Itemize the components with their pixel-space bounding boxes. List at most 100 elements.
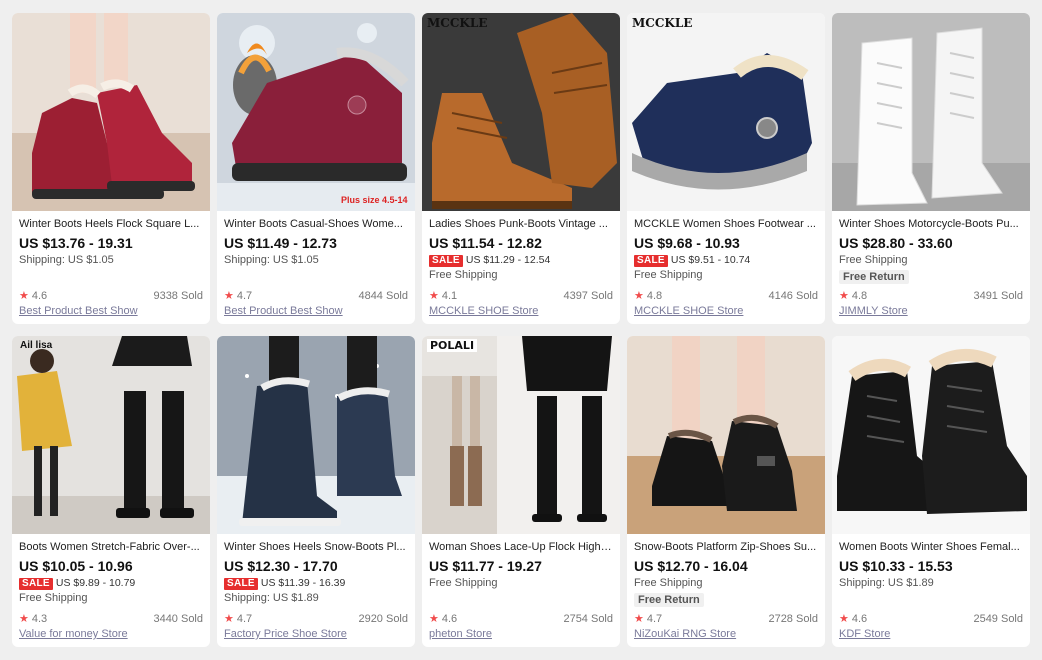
- product-price: US $28.80 - 33.60: [839, 235, 953, 251]
- store-link[interactable]: Value for money Store: [19, 627, 203, 641]
- sold-count: 2549 Sold: [973, 613, 1023, 625]
- store-link[interactable]: Best Product Best Show: [19, 304, 203, 318]
- product-title[interactable]: Snow-Boots Platform Zip-Shoes Su...: [634, 540, 818, 554]
- product-card[interactable]: Plus size 4.5-14 Winter Boots Casual-Sho…: [217, 13, 415, 324]
- rating: ★ 4.7: [634, 612, 662, 626]
- star-icon: ★: [839, 613, 849, 625]
- store-link[interactable]: JIMMLY Store: [839, 304, 1023, 318]
- shipping-text: Shipping: US $1.05: [224, 254, 319, 266]
- sold-count: 4844 Sold: [358, 290, 408, 302]
- image-caption: Ail lisa: [20, 340, 53, 351]
- rating-value: 4.6: [851, 613, 868, 625]
- sale-price: US $9.51 - 10.74: [670, 254, 751, 266]
- store-link[interactable]: pheton Store: [429, 627, 613, 641]
- rating-value: 4.6: [441, 613, 458, 625]
- star-icon: ★: [19, 613, 29, 625]
- product-title[interactable]: Winter Boots Heels Flock Square L...: [19, 217, 203, 231]
- sale-price: US $11.39 - 16.39: [260, 577, 346, 589]
- product-card[interactable]: MCCKLE MCCKLE Women Shoes Footwear ... U…: [627, 13, 825, 324]
- shipping-text: Free Shipping: [634, 269, 703, 281]
- product-card[interactable]: MCCKLE Ladies Shoes Punk-Boots Vintage .…: [422, 13, 620, 324]
- product-image[interactable]: [832, 13, 1030, 211]
- product-image[interactable]: [832, 336, 1030, 534]
- rating: ★ 4.3: [19, 612, 47, 626]
- sale-badge: SALE: [224, 578, 258, 590]
- rating: ★ 4.7: [224, 289, 252, 303]
- product-card[interactable]: Ail lisa Boots Women Stretch-Fabric Over…: [12, 336, 210, 647]
- rating-row: ★ 4.7 2728 Sold: [634, 612, 818, 626]
- store-link[interactable]: Best Product Best Show: [224, 304, 408, 318]
- star-icon: ★: [224, 290, 234, 302]
- product-image[interactable]: [12, 13, 210, 211]
- star-icon: ★: [224, 613, 234, 625]
- sold-count: 3440 Sold: [153, 613, 203, 625]
- product-title[interactable]: Women Boots Winter Shoes Femal...: [839, 540, 1023, 554]
- star-icon: ★: [19, 290, 29, 302]
- product-title[interactable]: Winter Shoes Motorcycle-Boots Pu...: [839, 217, 1023, 231]
- sale-line: SALE US $9.89 - 10.79: [19, 576, 203, 590]
- rating-row: ★ 4.1 4397 Sold: [429, 289, 613, 303]
- rating-row: ★ 4.8 4146 Sold: [634, 289, 818, 303]
- store-link[interactable]: MCCKLE SHOE Store: [429, 304, 613, 318]
- store-link[interactable]: KDF Store: [839, 627, 1023, 641]
- product-image[interactable]: Plus size 4.5-14: [217, 13, 415, 211]
- product-price: US $9.68 - 10.93: [634, 235, 740, 251]
- store-link[interactable]: MCCKLE SHOE Store: [634, 304, 818, 318]
- product-card[interactable]: Winter Shoes Motorcycle-Boots Pu... US $…: [832, 13, 1030, 324]
- product-title[interactable]: Woman Shoes Lace-Up Flock High-...: [429, 540, 613, 554]
- product-card[interactable]: Snow-Boots Platform Zip-Shoes Su... US $…: [627, 336, 825, 647]
- product-title[interactable]: Ladies Shoes Punk-Boots Vintage ...: [429, 217, 613, 231]
- rating-row: ★ 4.6 2754 Sold: [429, 612, 613, 626]
- product-title[interactable]: Boots Women Stretch-Fabric Over-...: [19, 540, 203, 554]
- rating-value: 4.3: [31, 613, 48, 625]
- product-price: US $13.76 - 19.31: [19, 235, 133, 251]
- product-price: US $11.77 - 19.27: [429, 558, 542, 574]
- brand-logo: MCCKLE: [427, 16, 488, 30]
- sale-badge: SALE: [429, 255, 463, 267]
- product-title[interactable]: Winter Boots Casual-Shoes Wome...: [224, 217, 408, 231]
- shipping-text: Free Shipping: [634, 577, 703, 589]
- shipping-text: Shipping: US $1.89: [839, 577, 934, 589]
- rating-value: 4.8: [646, 290, 663, 302]
- rating-value: 4.8: [851, 290, 868, 302]
- rating-value: 4.7: [236, 613, 253, 625]
- product-price: US $11.54 - 12.82: [429, 235, 542, 251]
- store-link[interactable]: Factory Price Shoe Store: [224, 627, 408, 641]
- rating: ★ 4.6: [19, 289, 47, 303]
- rating-row: ★ 4.7 2920 Sold: [224, 612, 408, 626]
- product-title[interactable]: Winter Shoes Heels Snow-Boots Pl...: [224, 540, 408, 554]
- sold-count: 2920 Sold: [358, 613, 408, 625]
- product-title[interactable]: MCCKLE Women Shoes Footwear ...: [634, 217, 818, 231]
- product-card[interactable]: POLALI Woman Shoes Lace-Up Flock High-..…: [422, 336, 620, 647]
- product-grid: Winter Boots Heels Flock Square L... US …: [12, 13, 1032, 647]
- product-image[interactable]: POLALI: [422, 336, 620, 534]
- sold-count: 2728 Sold: [768, 613, 818, 625]
- product-image[interactable]: MCCKLE: [422, 13, 620, 211]
- product-card[interactable]: Winter Boots Heels Flock Square L... US …: [12, 13, 210, 324]
- brand-logo: POLALI: [427, 339, 478, 352]
- rating: ★ 4.7: [224, 612, 252, 626]
- store-link[interactable]: NiZouKai RNG Store: [634, 627, 818, 641]
- product-image[interactable]: Ail lisa: [12, 336, 210, 534]
- shipping-text: Free Shipping: [839, 254, 908, 266]
- rating-row: ★ 4.6 2549 Sold: [839, 612, 1023, 626]
- product-card[interactable]: Women Boots Winter Shoes Femal... US $10…: [832, 336, 1030, 647]
- rating-value: 4.7: [236, 290, 253, 302]
- product-price: US $12.30 - 17.70: [224, 558, 338, 574]
- product-price: US $10.33 - 15.53: [839, 558, 953, 574]
- sold-count: 3491 Sold: [973, 290, 1023, 302]
- sale-badge: SALE: [19, 578, 53, 590]
- rating: ★ 4.8: [634, 289, 662, 303]
- star-icon: ★: [429, 613, 439, 625]
- product-card[interactable]: Winter Shoes Heels Snow-Boots Pl... US $…: [217, 336, 415, 647]
- sold-count: 9338 Sold: [153, 290, 203, 302]
- shipping-text: Free Shipping: [429, 577, 498, 589]
- star-icon: ★: [429, 290, 439, 302]
- product-image[interactable]: [217, 336, 415, 534]
- sale-line: SALE US $11.39 - 16.39: [224, 576, 408, 590]
- free-return-badge: Free Return: [839, 270, 909, 284]
- product-image[interactable]: MCCKLE: [627, 13, 825, 211]
- rating-row: ★ 4.8 3491 Sold: [839, 289, 1023, 303]
- rating-row: ★ 4.6 9338 Sold: [19, 289, 203, 303]
- product-image[interactable]: [627, 336, 825, 534]
